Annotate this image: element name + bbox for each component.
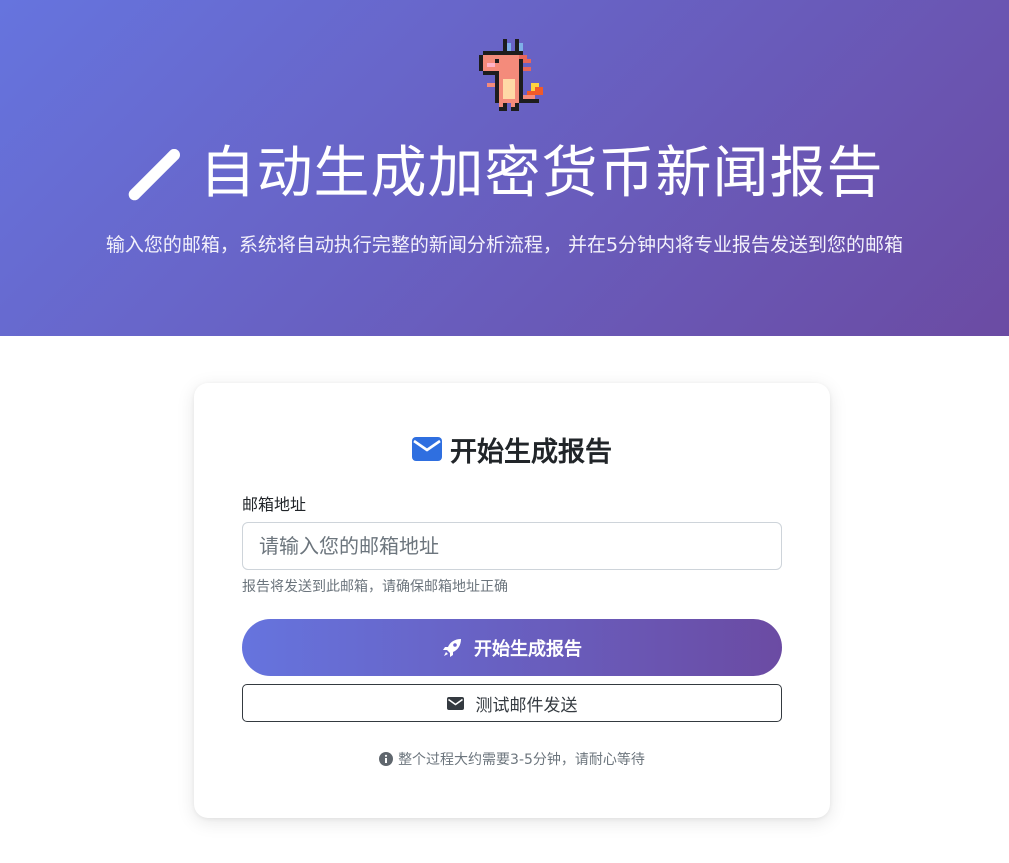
form-title: 开始生成报告 xyxy=(450,436,612,468)
duration-note: 整个过程大约需要3-5分钟，请耐心等待 xyxy=(194,749,830,769)
envelope-icon xyxy=(446,696,464,710)
email-label: 邮箱地址 xyxy=(242,495,307,514)
form-heading: 开始生成报告 xyxy=(194,429,830,469)
duration-note-text: 整个过程大约需要3-5分钟，请耐心等待 xyxy=(398,752,645,768)
hero-banner: 自动生成加密货币新闻报告 输入您的邮箱，系统将自动执行完整的新闻分析流程， 并在… xyxy=(0,0,1009,336)
pixel-dragon-mascot-icon xyxy=(479,39,543,111)
report-form-card: 开始生成报告 邮箱地址 报告将发送到此邮箱，请确保邮箱地址正确 开始生成报告 测… xyxy=(194,383,830,818)
info-circle-icon xyxy=(379,752,394,766)
magic-wand-icon xyxy=(128,149,180,201)
test-email-button[interactable]: 测试邮件发送 xyxy=(242,684,782,722)
hero-subtitle: 输入您的邮箱，系统将自动执行完整的新闻分析流程， 并在5分钟内将专业报告发送到您… xyxy=(105,234,904,256)
hero-title: 自动生成加密货币新闻报告 xyxy=(0,136,1009,212)
email-help-text: 报告将发送到此邮箱，请确保邮箱地址正确 xyxy=(242,579,508,595)
start-report-label: 开始生成报告 xyxy=(474,638,582,660)
rocket-icon xyxy=(443,638,461,657)
page-title: 自动生成加密货币新闻报告 xyxy=(199,141,884,206)
test-email-label: 测试邮件发送 xyxy=(475,695,578,716)
start-report-button[interactable]: 开始生成报告 xyxy=(242,619,782,676)
envelope-icon xyxy=(412,437,442,461)
email-input[interactable] xyxy=(242,522,782,570)
